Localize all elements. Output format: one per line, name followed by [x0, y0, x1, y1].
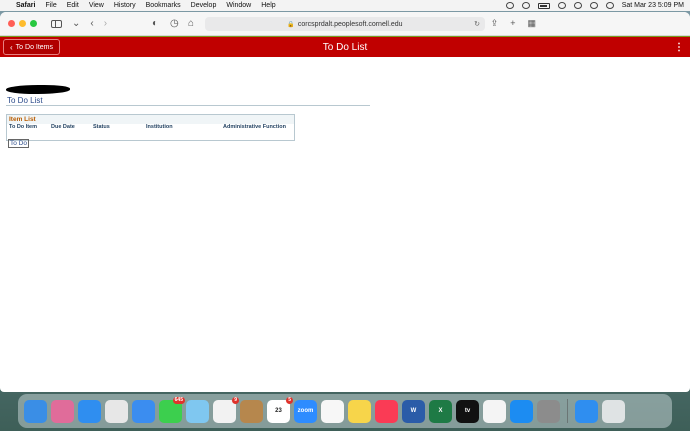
share-icon[interactable]: ⇪ — [491, 18, 499, 29]
menu-help[interactable]: Help — [261, 2, 275, 9]
column-header-administrative-function[interactable]: Administrative Function — [223, 124, 286, 130]
dock-contacts-icon[interactable] — [240, 399, 263, 423]
dock-icon-label: X — [438, 408, 443, 414]
notification-badge: 5 — [286, 396, 293, 404]
close-window-button[interactable] — [8, 20, 15, 27]
menu-history[interactable]: History — [114, 2, 136, 9]
search-icon[interactable] — [573, 2, 582, 9]
control-center-icon[interactable] — [589, 2, 598, 9]
dock-chrome-icon[interactable] — [105, 399, 128, 423]
content-heading: To Do List — [7, 96, 43, 105]
column-header-status[interactable]: Status — [93, 124, 110, 130]
dock-music-icon[interactable] — [375, 399, 398, 423]
minimize-window-button[interactable] — [19, 20, 26, 27]
new-tab-icon[interactable]: + — [510, 18, 515, 29]
menu-bar: Safari File Edit View History Bookmarks … — [0, 0, 690, 11]
redacted-name — [6, 85, 70, 94]
dock-icon-label: 23 — [275, 408, 282, 414]
dock-finder-icon[interactable] — [24, 399, 47, 423]
clock[interactable]: Sat Mar 23 5:09 PM — [622, 2, 684, 9]
page-header: ‹ To Do Items To Do List ⋮ — [0, 36, 690, 57]
menu-bookmarks[interactable]: Bookmarks — [146, 2, 181, 9]
grid-header-row: To Do Item Due Date Status Institution A… — [7, 124, 294, 131]
back-to-todo-items-button[interactable]: ‹ To Do Items — [3, 39, 61, 55]
dock-safari-icon[interactable] — [78, 399, 101, 423]
dock: 645 9 23 5 zoom W Xtv — [18, 394, 672, 428]
lock-icon: 🔒 — [287, 21, 295, 28]
menu-window[interactable]: Window — [226, 2, 251, 9]
chevron-down-icon[interactable]: ⌄ — [72, 18, 80, 29]
url-text: corcsprdalt.peoplesoft.cornell.edu — [297, 20, 403, 28]
page-content: To Do List Item List To Do Item Due Date… — [0, 57, 690, 392]
dock-word-icon[interactable]: W — [402, 399, 425, 423]
zoom-window-button[interactable] — [30, 20, 37, 27]
dock-mail-icon[interactable] — [132, 399, 155, 423]
browser-toolbar: ⌄ ‹ › ◐ ◷ ⌂ 🔒 corcsprdalt.peoplesoft.cor… — [0, 12, 690, 36]
toolbar-right: ⇪ + ▦ — [491, 18, 536, 29]
dock-safari-window-icon[interactable] — [575, 399, 598, 423]
address-bar[interactable]: 🔒 corcsprdalt.peoplesoft.cornell.edu ↻ — [205, 17, 485, 31]
item-list-grid: Item List To Do Item Due Date Status Ins… — [6, 114, 295, 148]
menu-view[interactable]: View — [89, 2, 104, 9]
battery-icon[interactable] — [537, 2, 550, 9]
privacy-shield-icon[interactable]: ◐ — [152, 18, 158, 29]
screen-record-icon[interactable] — [505, 2, 514, 9]
table-row: To Do — [8, 132, 29, 148]
more-options-icon[interactable]: ⋮ — [674, 42, 684, 53]
dock-icon-label: zoom — [297, 408, 314, 414]
dock-excel-icon[interactable]: X — [429, 399, 452, 423]
dock-messages-icon[interactable]: 645 — [159, 396, 185, 423]
dock-icon-label: tv — [464, 408, 471, 414]
column-header-due-date[interactable]: Due Date — [51, 124, 75, 130]
menu-safari[interactable]: Safari — [16, 2, 35, 9]
window-controls — [8, 20, 37, 27]
dock-trash-icon[interactable] — [602, 399, 625, 423]
reload-icon[interactable]: ↻ — [474, 20, 480, 28]
dock-news-icon[interactable] — [483, 399, 506, 423]
history-clock-icon[interactable]: ◷ — [170, 18, 179, 29]
dock-app-store-icon[interactable] — [510, 399, 533, 423]
dock-reminders-icon[interactable] — [321, 399, 344, 423]
siri-icon[interactable] — [605, 2, 614, 9]
dock-calendar-icon[interactable]: 23 5 — [267, 396, 293, 423]
column-header-todo-item[interactable]: To Do Item — [9, 124, 37, 130]
dock-apple-tv-icon[interactable]: tv — [456, 399, 479, 423]
sidebar-toggle-icon[interactable] — [51, 19, 62, 28]
forward-arrow-icon[interactable]: › — [104, 18, 107, 29]
dock-icon-label: W — [410, 408, 417, 414]
column-header-institution[interactable]: Institution — [146, 124, 173, 130]
todo-link[interactable]: To Do — [8, 139, 29, 148]
notification-badge: 645 — [172, 396, 185, 404]
safari-window: ⌄ ‹ › ◐ ◷ ⌂ 🔒 corcsprdalt.peoplesoft.cor… — [0, 12, 690, 392]
dock-launchpad-icon[interactable] — [51, 399, 74, 423]
menu-edit[interactable]: Edit — [67, 2, 79, 9]
tab-overview-icon[interactable]: ▦ — [527, 18, 536, 29]
notification-badge: 9 — [232, 396, 239, 404]
grid-title: Item List — [7, 115, 294, 124]
dock-maps-icon[interactable] — [186, 399, 209, 423]
dock-notes-icon[interactable] — [348, 399, 371, 423]
menu-develop[interactable]: Develop — [191, 2, 217, 9]
wifi-icon[interactable] — [557, 2, 566, 9]
back-button-label: To Do Items — [15, 43, 54, 51]
menu-file[interactable]: File — [45, 2, 56, 9]
chevron-left-icon: ‹ — [10, 42, 13, 52]
dock-separator — [567, 399, 568, 423]
play-icon[interactable] — [521, 2, 530, 9]
back-arrow-icon[interactable]: ‹ — [90, 18, 93, 29]
heading-divider — [6, 105, 370, 106]
dock-system-settings-icon[interactable] — [537, 399, 560, 423]
home-icon[interactable]: ⌂ — [188, 18, 194, 29]
dock-photos-icon[interactable]: 9 — [213, 396, 239, 423]
page-title: To Do List — [322, 41, 368, 53]
dock-zoom-icon[interactable]: zoom — [294, 399, 317, 423]
